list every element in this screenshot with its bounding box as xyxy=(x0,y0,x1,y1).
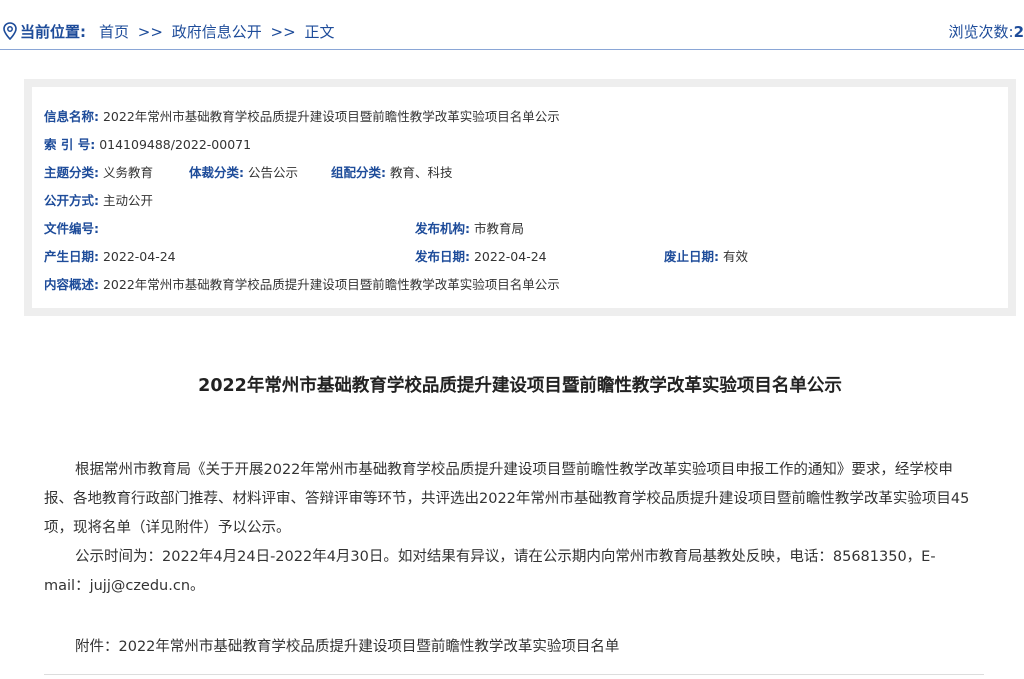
breadcrumb-gov-info-link[interactable]: 政府信息公开 xyxy=(172,23,262,41)
info-name-value: 2022年常州市基础教育学校品质提升建设项目暨前瞻性教学改革实验项目名单公示 xyxy=(102,109,560,124)
info-index-label: 索 引 号: xyxy=(44,137,96,152)
info-genre-label: 体裁分类: xyxy=(189,165,244,180)
article-body: 根据常州市教育局《关于开展2022年常州市基础教育学校品质提升建设项目暨前瞻性教… xyxy=(44,456,974,601)
info-index-value: 014109488/2022-00071 xyxy=(99,137,252,152)
article-title: 2022年常州市基础教育学校品质提升建设项目暨前瞻性教学改革实验项目名单公示 xyxy=(198,376,842,396)
info-row-combo: 组配分类: 教育、科技 xyxy=(331,162,453,181)
info-row-published: 发布日期: 2022-04-24 xyxy=(415,246,547,265)
info-open-label: 公开方式: xyxy=(44,193,99,208)
info-published-label: 发布日期: xyxy=(415,249,470,264)
info-combo-label: 组配分类: xyxy=(331,165,386,180)
info-metadata-box: 信息名称: 2022年常州市基础教育学校品质提升建设项目暨前瞻性教学改革实验项目… xyxy=(24,79,1016,316)
info-docno-label: 文件编号: xyxy=(44,221,99,236)
info-row-index: 索 引 号: 014109488/2022-00071 xyxy=(44,134,251,153)
info-combo-value: 教育、科技 xyxy=(389,165,453,180)
info-created-label: 产生日期: xyxy=(44,249,99,264)
article-paragraph: 公示时间为：2022年4月24日-2022年4月30日。如对结果有异议，请在公示… xyxy=(44,549,936,594)
breadcrumb-bar: 当前位置: 首页 >> 政府信息公开 >> 正文 浏览次数:2 xyxy=(0,0,1024,50)
info-row-org: 发布机构: 市教育局 xyxy=(415,218,524,237)
info-topic-value: 义务教育 xyxy=(102,165,153,180)
info-org-label: 发布机构: xyxy=(415,221,470,236)
info-row-docno: 文件编号: xyxy=(44,218,99,237)
info-row-topic: 主题分类: 义务教育 xyxy=(44,162,153,181)
breadcrumb-current: 正文 xyxy=(304,23,335,41)
view-count: 浏览次数:2 xyxy=(949,21,1024,42)
info-topic-label: 主题分类: xyxy=(44,165,99,180)
view-count-value: 2 xyxy=(1013,23,1024,41)
breadcrumb: 首页 >> 政府信息公开 >> 正文 xyxy=(99,21,338,42)
info-org-value: 市教育局 xyxy=(473,221,524,236)
info-row-open: 公开方式: 主动公开 xyxy=(44,190,153,209)
attachment-link[interactable]: 附件：2022年常州市基础教育学校品质提升建设项目暨前瞻性教学改革实验项目名单 xyxy=(75,635,619,656)
article-paragraph: 根据常州市教育局《关于开展2022年常州市基础教育学校品质提升建设项目暨前瞻性教… xyxy=(44,462,970,536)
location-pin-icon xyxy=(3,22,17,40)
info-open-value: 主动公开 xyxy=(102,193,153,208)
divider xyxy=(44,674,984,675)
info-name-label: 信息名称: xyxy=(44,109,99,124)
breadcrumb-separator: >> xyxy=(270,23,296,41)
info-row-summary: 内容概述: 2022年常州市基础教育学校品质提升建设项目暨前瞻性教学改革实验项目… xyxy=(44,274,560,293)
info-row-name: 信息名称: 2022年常州市基础教育学校品质提升建设项目暨前瞻性教学改革实验项目… xyxy=(44,106,560,125)
info-summary-value: 2022年常州市基础教育学校品质提升建设项目暨前瞻性教学改革实验项目名单公示 xyxy=(102,277,560,292)
breadcrumb-label: 当前位置: xyxy=(20,23,86,41)
info-row-created: 产生日期: 2022-04-24 xyxy=(44,246,176,265)
view-count-label: 浏览次数: xyxy=(948,23,1014,41)
info-published-value: 2022-04-24 xyxy=(473,249,547,264)
breadcrumb-home-link[interactable]: 首页 xyxy=(99,23,129,41)
info-genre-value: 公告公示 xyxy=(247,165,298,180)
info-expire-value: 有效 xyxy=(722,249,748,264)
info-expire-label: 废止日期: xyxy=(664,249,719,264)
info-summary-label: 内容概述: xyxy=(44,277,99,292)
breadcrumb-separator: >> xyxy=(137,23,163,41)
info-created-value: 2022-04-24 xyxy=(102,249,176,264)
info-row-genre: 体裁分类: 公告公示 xyxy=(189,162,298,181)
info-row-expire: 废止日期: 有效 xyxy=(664,246,748,265)
